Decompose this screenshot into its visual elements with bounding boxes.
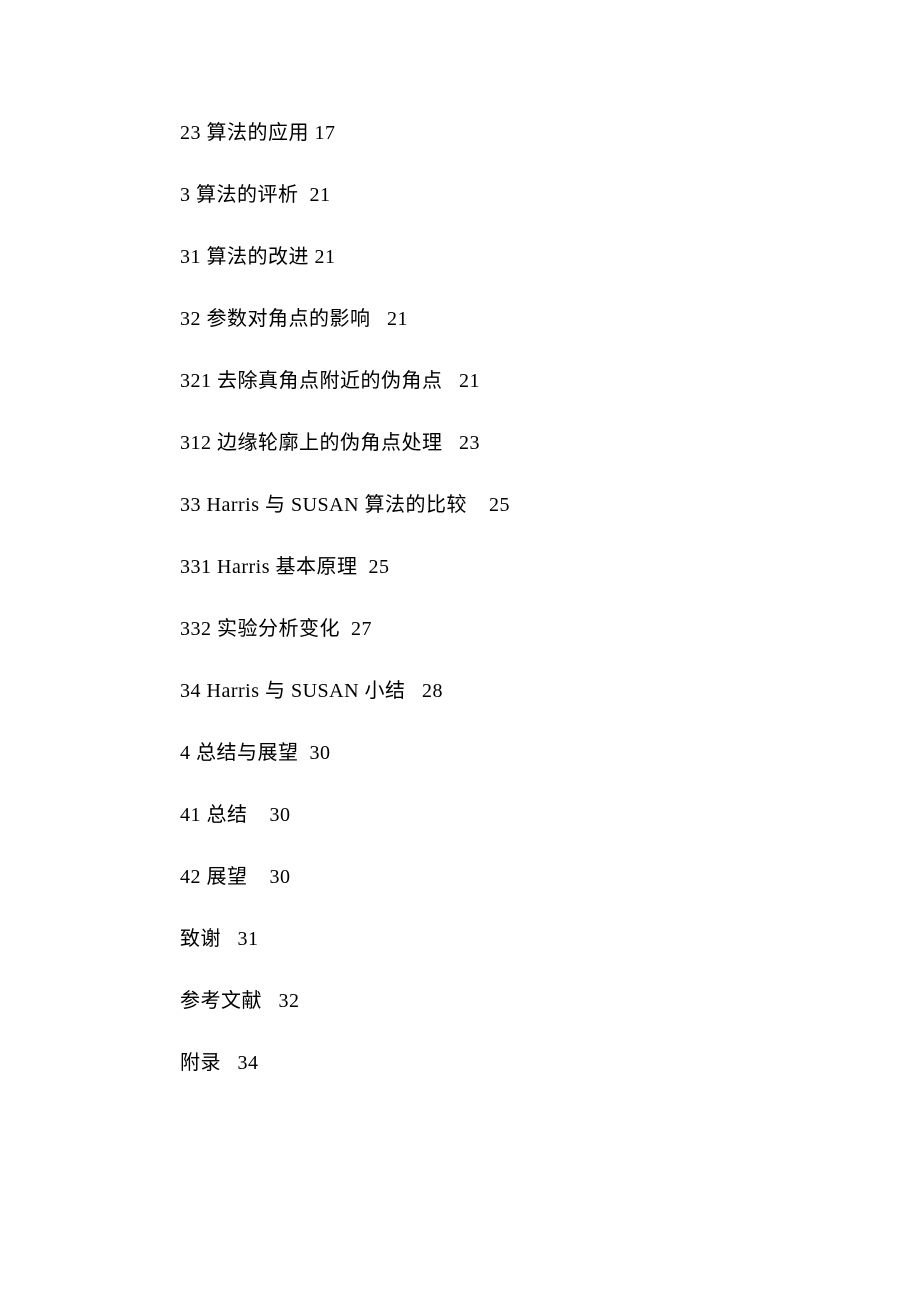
toc-entry: 23 算法的应用 17 (180, 116, 920, 145)
toc-entry: 34 Harris 与 SUSAN 小结 28 (180, 674, 920, 703)
toc-entry: 32 参数对角点的影响 21 (180, 302, 920, 331)
table-of-contents: 23 算法的应用 17 3 算法的评析 21 31 算法的改进 21 32 参数… (180, 116, 920, 1075)
toc-entry: 42 展望 30 (180, 860, 920, 889)
toc-entry: 332 实验分析变化 27 (180, 612, 920, 641)
toc-entry: 附录 34 (180, 1046, 920, 1075)
toc-entry: 参考文献 32 (180, 984, 920, 1013)
toc-entry: 312 边缘轮廓上的伪角点处理 23 (180, 426, 920, 455)
toc-entry: 3 算法的评析 21 (180, 178, 920, 207)
toc-entry: 41 总结 30 (180, 798, 920, 827)
toc-entry: 31 算法的改进 21 (180, 240, 920, 269)
toc-entry: 33 Harris 与 SUSAN 算法的比较 25 (180, 488, 920, 517)
toc-entry: 致谢 31 (180, 922, 920, 951)
toc-entry: 4 总结与展望 30 (180, 736, 920, 765)
toc-entry: 331 Harris 基本原理 25 (180, 550, 920, 579)
toc-entry: 321 去除真角点附近的伪角点 21 (180, 364, 920, 393)
